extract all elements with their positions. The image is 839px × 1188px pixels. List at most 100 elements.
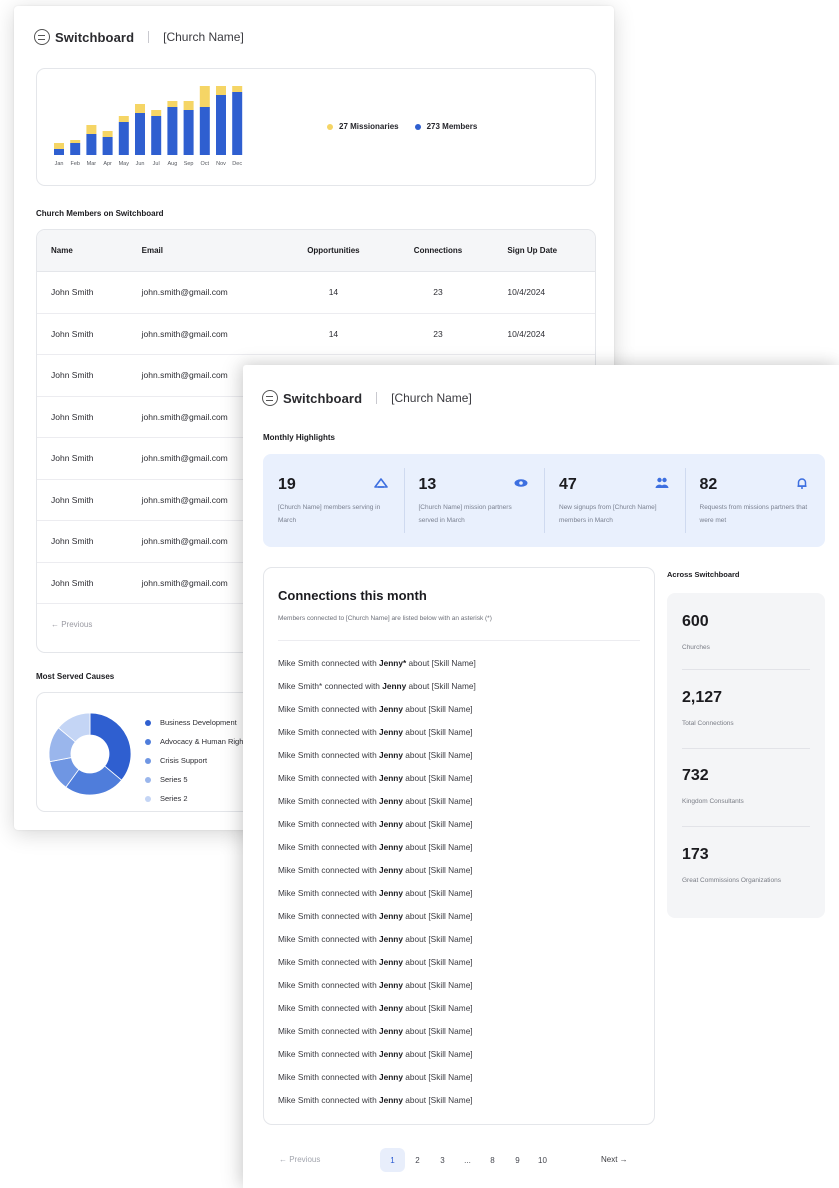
chart-legend: 27 Missionaries 273 Members: [327, 122, 477, 131]
highlight-label: New signups from [Church Name] members i…: [559, 504, 657, 524]
table-row[interactable]: John Smith john.smith@gmail.com 14 23 10/4/2…: [37, 314, 595, 355]
across-switchboard-stats: 600 Churches 2,127 Total Connections 732…: [667, 593, 825, 918]
brand-divider: [376, 392, 378, 404]
bar-members-nov: [216, 95, 226, 155]
col-name[interactable]: Name: [37, 246, 142, 255]
cell-name: John Smith: [51, 411, 94, 422]
monthly-highlights-title: Monthly Highlights: [263, 433, 335, 442]
page-number-9[interactable]: 9: [505, 1148, 530, 1172]
x-tick-label: Jun: [136, 161, 145, 167]
highlight-members-serving: 19 [Church Name] members serving in Marc…: [263, 454, 404, 547]
col-signup-date[interactable]: Sign Up Date: [485, 246, 595, 255]
divider: [682, 748, 810, 749]
brand-header: Switchboard [Church Name]: [34, 29, 244, 45]
highlight-label: [Church Name] mission partners served in…: [418, 504, 512, 524]
stat-great-commissions: 173 Great Commissions Organizations: [682, 846, 812, 888]
brand-header: Switchboard [Church Name]: [262, 390, 472, 406]
stat-value: 732: [682, 767, 709, 784]
stat-total-connections: 2,127 Total Connections: [682, 689, 812, 731]
connections-subtitle: Members connected to [Church Name] are l…: [278, 615, 492, 622]
connection-item: Mike Smith connected with Jenny about [S…: [278, 819, 473, 829]
bar-missionaries-feb: [70, 140, 81, 143]
cause-legend-item: Crisis Support: [145, 751, 249, 770]
cell-name: John Smith: [51, 328, 94, 339]
connection-item: Mike Smith connected with Jenny about [S…: [278, 773, 473, 783]
cause-label: Series 5: [160, 775, 188, 784]
col-connections[interactable]: Connections: [391, 246, 486, 255]
divider: [682, 669, 810, 670]
page-number-1[interactable]: 1: [380, 1148, 405, 1172]
cause-label: Advocacy & Human Rights: [160, 737, 250, 746]
bar-members-aug: [167, 107, 178, 155]
page-number-8[interactable]: 8: [480, 1148, 505, 1172]
previous-page-button[interactable]: ← Previous: [279, 1155, 320, 1164]
stat-label: Churches: [682, 644, 710, 651]
cell-opportunities: 14: [328, 287, 339, 298]
x-tick-label: Sep: [184, 161, 194, 167]
connection-item: Mike Smith connected with Jenny about [S…: [278, 934, 473, 944]
page-number-2[interactable]: 2: [405, 1148, 430, 1172]
legend-dot: [145, 719, 151, 726]
legend-dot: [145, 738, 151, 745]
connection-item: Mike Smith connected with Jenny about [S…: [278, 1026, 473, 1036]
bar-members-mar: [86, 134, 97, 155]
connection-item: Mike Smith connected with Jenny about [S…: [278, 842, 473, 852]
legend-dot: [145, 795, 151, 802]
bar-members-dec: [232, 92, 243, 155]
stat-label: Total Connections: [682, 720, 734, 727]
page-number-10[interactable]: 10: [530, 1148, 555, 1172]
bar-missionaries-mar: [86, 125, 97, 134]
bar-missionaries-may: [118, 116, 129, 122]
causes-donut-chart: [48, 712, 132, 796]
col-opportunities[interactable]: Opportunities: [276, 246, 391, 255]
table-header: Name Email Opportunities Connections Sig…: [37, 230, 595, 272]
brand-name: Switchboard: [55, 29, 135, 45]
table-row[interactable]: John Smith john.smith@gmail.com 14 23 10/4/2…: [37, 272, 595, 314]
connection-item: Mike Smith connected with Jenny about [S…: [278, 796, 473, 806]
x-tick-label: Oct: [201, 161, 210, 167]
cause-legend-item: Series 5: [145, 770, 249, 789]
x-tick-label: Jan: [55, 161, 64, 167]
x-tick-label: Jul: [153, 161, 160, 167]
stat-label: Great Commissions Organizations: [682, 877, 781, 884]
cell-name: John Smith: [51, 494, 94, 505]
switchboard-logo-icon: [34, 29, 50, 45]
page-ellipsis: ...: [464, 1155, 471, 1165]
across-switchboard-title: Across Switchboard: [667, 570, 740, 579]
highlight-partners-served: 13 [Church Name] mission partners served…: [403, 454, 545, 547]
next-page-button[interactable]: Next →: [601, 1155, 628, 1164]
donut-slice: [89, 712, 132, 781]
bar-members-oct: [199, 107, 210, 155]
connection-item: Mike Smith connected with Jenny about [S…: [278, 1095, 473, 1105]
connections-list: Mike Smith connected with Jenny* about […: [278, 658, 476, 1118]
cause-label: Series 2: [160, 794, 188, 803]
bar-members-may: [118, 122, 129, 155]
hand-heart-icon: [373, 478, 388, 488]
causes-legend: Business Development Advocacy & Human Rig…: [145, 713, 249, 808]
connections-pagination: ← Previous 1 2 3... 8 9 10 Next →: [263, 1148, 825, 1172]
bell-icon: [797, 478, 807, 489]
switchboard-logo-icon: [262, 390, 278, 406]
col-email[interactable]: Email: [142, 246, 276, 255]
cause-legend-item: Series 2: [145, 789, 249, 808]
previous-page-link[interactable]: ← Previous: [51, 620, 92, 629]
stacked-bar-chart: Jan Feb Mar Apr May Jun Jul Aug Sep Oct Nov Dec: [54, 86, 243, 167]
connection-item: Mike Smith connected with Jenny about [S…: [278, 1072, 473, 1082]
bar-missionaries-oct: [199, 86, 210, 107]
page-number-3[interactable]: 3: [430, 1148, 455, 1172]
connection-item: Mike Smith connected with Jenny about [S…: [278, 1003, 473, 1013]
bar-members-jan: [54, 149, 64, 155]
connection-item: Mike Smith connected with Jenny about [S…: [278, 1049, 473, 1059]
church-name: [Church Name]: [163, 30, 244, 44]
bar-missionaries-dec: [232, 86, 243, 92]
monthly-highlights-panel: 19 [Church Name] members serving in Marc…: [263, 454, 825, 547]
page-numbers: 1 2 3... 8 9 10: [380, 1148, 555, 1172]
connections-title: Connections this month: [278, 588, 427, 603]
bar-missionaries-jun: [135, 104, 145, 113]
stat-kingdom-consultants: 732 Kingdom Consultants: [682, 767, 812, 809]
legend-members: 273 Members: [414, 122, 477, 131]
legend-dot: [145, 757, 151, 764]
bar-members-jun: [135, 113, 145, 155]
bar-members-sep: [183, 110, 194, 155]
cause-label: Crisis Support: [160, 756, 208, 765]
